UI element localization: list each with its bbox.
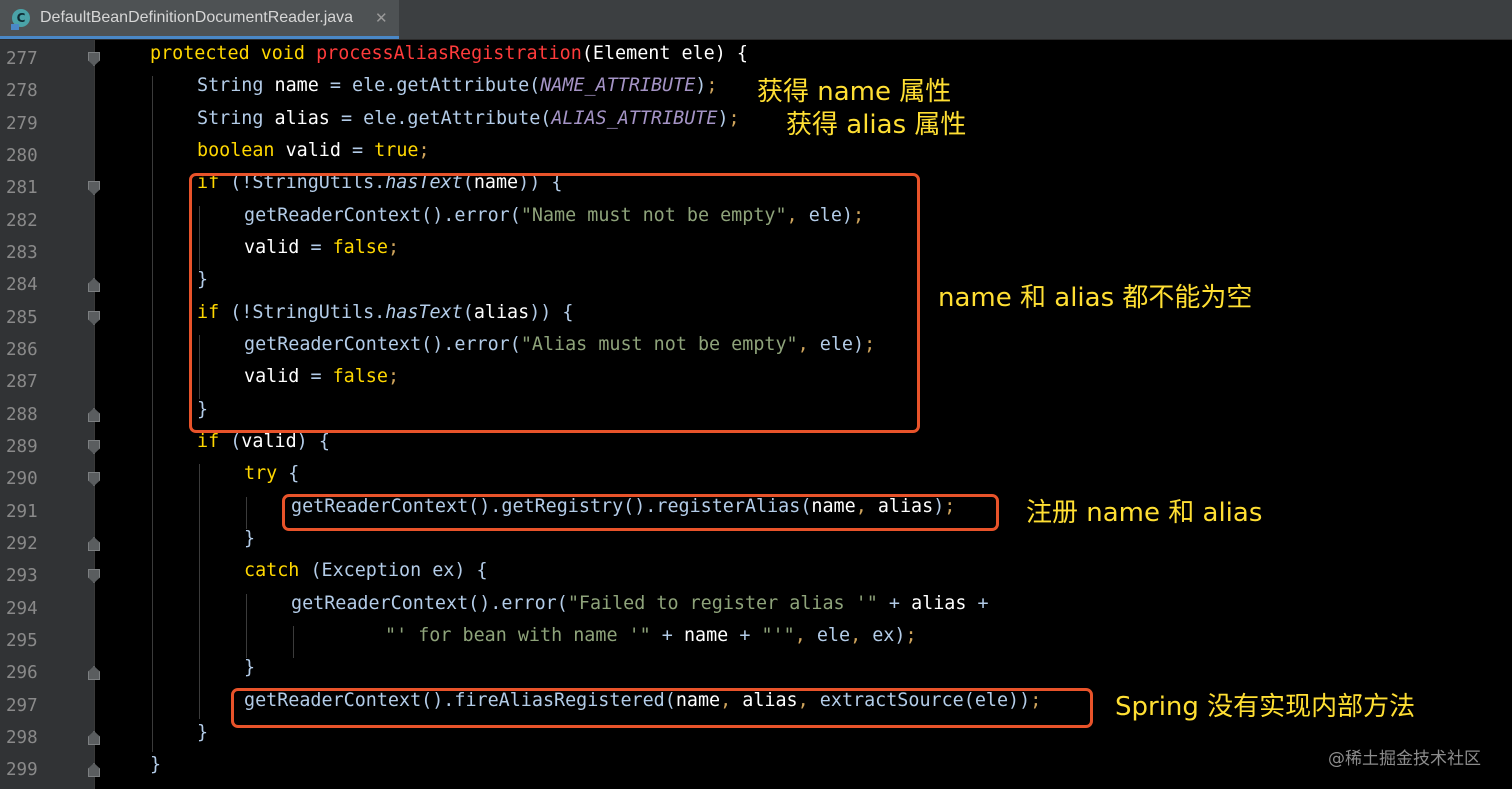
line-number: 298: [6, 728, 38, 748]
line-number: 295: [6, 631, 38, 651]
line-number: 290: [6, 469, 38, 489]
annotation-alias-attr: 获得 alias 属性: [786, 110, 967, 140]
code-line-289: if (valid) {: [197, 431, 330, 452]
file-tab[interactable]: C DefaultBeanDefinitionDocumentReader.ja…: [0, 0, 399, 39]
indent-guide: [246, 594, 247, 658]
code-line-279: String alias = ele.getAttribute(ALIAS_AT…: [197, 108, 740, 129]
line-number: 293: [6, 566, 38, 586]
line-number: 286: [6, 340, 38, 360]
line-number: 278: [6, 81, 38, 101]
code-line-295: "' for bean with name '" + name + "'", e…: [385, 625, 917, 646]
code-line-294: getReaderContext().error("Failed to regi…: [291, 593, 989, 614]
line-number: 284: [6, 275, 38, 295]
close-icon[interactable]: ✕: [375, 9, 388, 27]
code-line-290: try {: [244, 463, 300, 484]
tab-filename: DefaultBeanDefinitionDocumentReader.java: [40, 9, 354, 26]
line-number: 277: [6, 49, 38, 69]
line-number: 297: [6, 696, 38, 716]
line-number: 296: [6, 663, 38, 683]
line-number: 280: [6, 146, 38, 166]
line-number: 289: [6, 437, 38, 457]
line-number: 292: [6, 534, 38, 554]
code-line-278: String name = ele.getAttribute(NAME_ATTR…: [197, 75, 718, 96]
watermark: @稀土掘金技术社区: [1328, 749, 1481, 769]
validation-highlight-box: [189, 173, 920, 433]
code-line-277: protected void processAliasRegistration(…: [150, 43, 748, 64]
annotation-fire: Spring 没有实现内部方法: [1115, 692, 1416, 722]
line-number: 291: [6, 502, 38, 522]
code-line-299: }: [150, 754, 162, 775]
indent-guide: [246, 497, 247, 529]
line-number: 282: [6, 211, 38, 231]
code-line-298: }: [197, 722, 209, 743]
indent-guide: [293, 626, 294, 658]
register-highlight-box: [282, 494, 999, 531]
line-number: 285: [6, 308, 38, 328]
editor-tab-bar: C DefaultBeanDefinitionDocumentReader.ja…: [0, 0, 1512, 40]
fire-highlight-box: [231, 688, 1093, 728]
java-class-icon: C: [11, 9, 30, 30]
annotation-register: 注册 name 和 alias: [1026, 498, 1263, 528]
line-number: 279: [6, 114, 38, 134]
line-number: 299: [6, 760, 38, 780]
line-number: 281: [6, 178, 38, 198]
annotation-name-attr: 获得 name 属性: [757, 77, 952, 107]
indent-guide: [152, 76, 153, 752]
annotation-not-empty: name 和 alias 都不能为空: [938, 283, 1253, 313]
line-number: 294: [6, 599, 38, 619]
line-number: 287: [6, 372, 38, 392]
code-line-292: }: [244, 528, 256, 549]
code-line-296: }: [244, 657, 256, 678]
code-line-280: boolean valid = true;: [197, 140, 430, 161]
indent-guide: [199, 464, 200, 719]
code-line-293: catch (Exception ex) {: [244, 560, 488, 581]
line-number: 288: [6, 405, 38, 425]
line-number: 283: [6, 243, 38, 263]
